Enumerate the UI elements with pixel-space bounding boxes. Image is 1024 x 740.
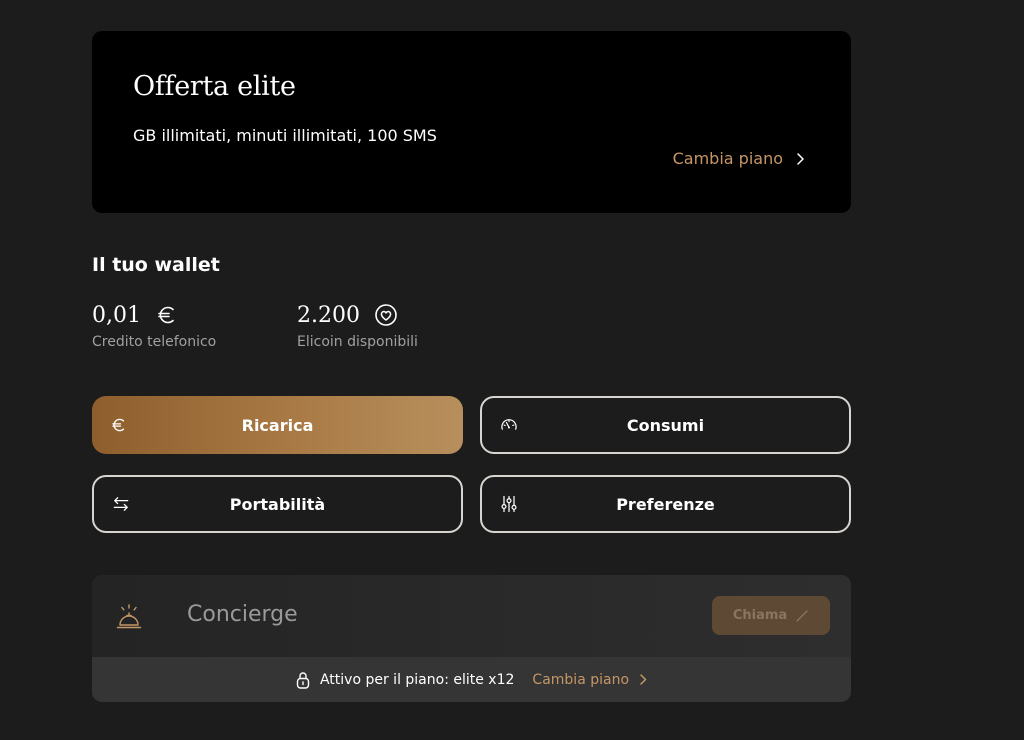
portability-label: Portabilità [229, 494, 326, 514]
credit-label: Credito telefonico [92, 334, 217, 350]
plan-description: GB illimitati, minuti illimitati, 100 SM… [133, 126, 437, 145]
preferences-button[interactable]: Preferenze [480, 475, 851, 533]
euro-icon [109, 415, 129, 435]
service-bell-icon [116, 604, 142, 629]
concierge-card: Concierge Chiama Attivo per il piano: el… [92, 575, 851, 702]
concierge-header: Concierge Chiama [92, 575, 851, 657]
chevron-right-icon [640, 674, 647, 685]
usage-label: Consumi [626, 415, 705, 435]
portability-button[interactable]: Portabilità [92, 475, 463, 533]
call-button[interactable]: Chiama [712, 596, 830, 635]
usage-button[interactable]: Consumi [480, 396, 851, 454]
concierge-change-plan-label: Cambia piano [532, 671, 630, 688]
concierge-change-plan-link[interactable]: Cambia piano [532, 672, 647, 688]
preferences-label: Preferenze [616, 494, 715, 514]
recharge-label: Ricarica [241, 415, 314, 435]
plan-card: Offerta elite GB illimitati, minuti illi… [92, 31, 851, 213]
speedometer-icon [499, 415, 519, 435]
plan-title: Offerta elite [133, 71, 296, 102]
change-plan-link[interactable]: Cambia piano [673, 149, 805, 168]
wallet-coins: 2.200 Elicoin disponibili [297, 300, 418, 351]
sliders-icon [499, 494, 519, 514]
lock-icon [296, 671, 310, 689]
concierge-label: Concierge [187, 602, 298, 627]
wallet-title: Il tuo wallet [92, 254, 220, 276]
chevron-right-icon [797, 152, 804, 165]
wallet-credit: 0,01 Credito telefonico [92, 300, 217, 351]
call-label: Chiama [732, 608, 788, 623]
change-plan-label: Cambia piano [672, 149, 783, 168]
active-plan-text: Attivo per il piano: elite x12 [319, 671, 515, 688]
concierge-footer: Attivo per il piano: elite x12 Cambia pi… [92, 657, 851, 702]
recharge-button[interactable]: Ricarica [92, 396, 463, 454]
credit-value: 0,01 [92, 302, 141, 328]
coins-label: Elicoin disponibili [297, 334, 418, 350]
euro-icon [158, 306, 174, 324]
phone-icon [796, 609, 808, 622]
coins-value: 2.200 [297, 302, 360, 328]
elicoin-icon [375, 304, 397, 326]
swap-arrows-icon [111, 494, 131, 514]
